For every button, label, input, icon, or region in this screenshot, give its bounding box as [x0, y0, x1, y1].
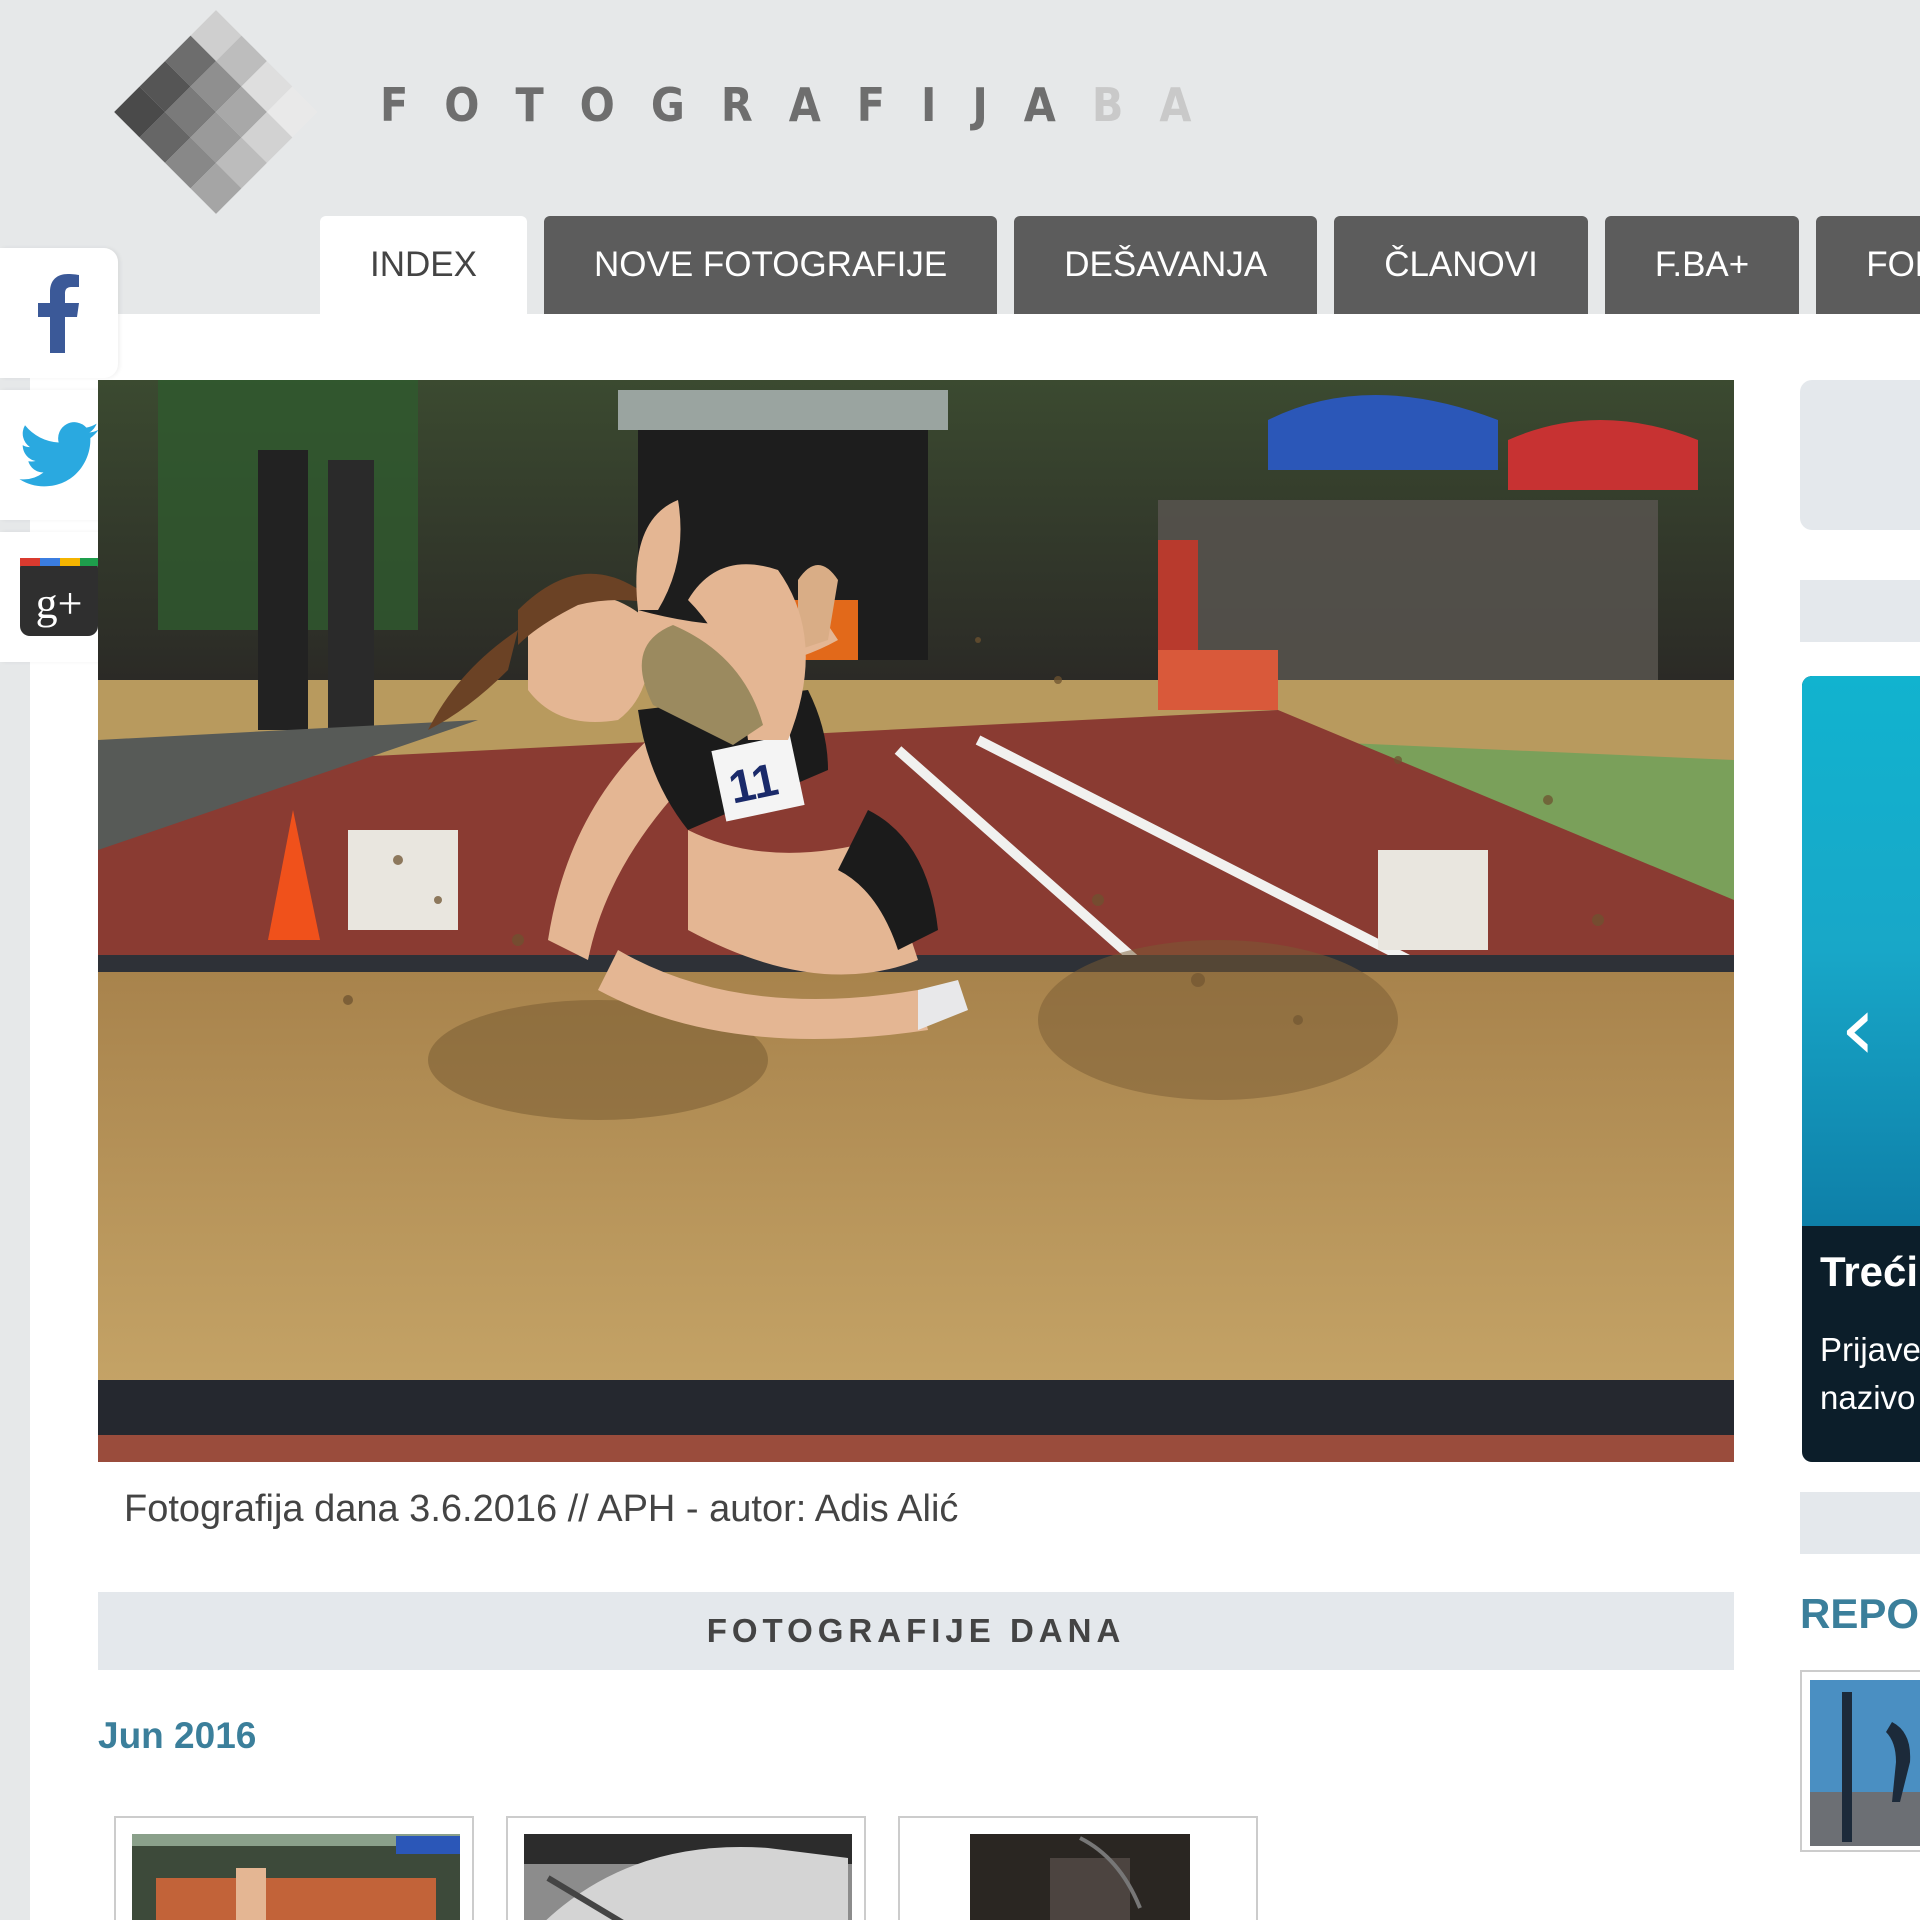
report-thumbnail[interactable] — [1800, 1670, 1920, 1852]
google-plus-icon: g+ — [20, 558, 98, 636]
facebook-icon — [38, 274, 79, 353]
slider-text-line: Prijave — [1820, 1331, 1920, 1368]
sidebar-box — [1800, 580, 1920, 642]
sidebar-box — [1800, 380, 1920, 530]
month-heading[interactable]: Jun 2016 — [98, 1715, 256, 1757]
tab-forum[interactable]: FORU — [1816, 216, 1920, 314]
slider-image — [1802, 676, 1920, 1226]
tab-index[interactable]: INDEX — [320, 216, 527, 314]
tab-nove-fotografije[interactable]: NOVE FOTOGRAFIJE — [543, 216, 998, 314]
slider-prev-icon[interactable]: ‹ — [1840, 976, 1876, 1081]
section-title: FOTOGRAFIJE DANA — [706, 1612, 1126, 1649]
photo-thumbnail[interactable] — [898, 1816, 1258, 1920]
slider-text: Prijave nazivo — [1820, 1326, 1920, 1422]
site-name-main: FOTOGRAFIJA — [380, 78, 1092, 132]
photo-caption: Fotografija dana 3.6.2016 // APH - autor… — [124, 1488, 959, 1530]
twitter-icon — [19, 422, 99, 487]
tab-desavanja[interactable]: DEŠAVANJA — [1014, 216, 1318, 314]
section-title-bar: FOTOGRAFIJE DANA — [98, 1592, 1734, 1670]
main-navigation: INDEX NOVE FOTOGRAFIJE DEŠAVANJA ČLANOVI… — [320, 216, 1920, 314]
thumbnail-image — [132, 1834, 460, 1920]
sidebar-box — [1800, 1492, 1920, 1554]
tab-fba-plus[interactable]: F.BA+ — [1604, 216, 1800, 314]
tab-clanovi[interactable]: ČLANOVI — [1334, 216, 1588, 314]
photo-of-the-day[interactable]: 11 — [98, 380, 1734, 1462]
site-name[interactable]: FOTOGRAFIJABA — [380, 78, 1227, 132]
slider-text-line: nazivo — [1820, 1379, 1916, 1416]
slider-title[interactable]: Treći — [1820, 1248, 1918, 1296]
hero-photo-illustration: 11 — [98, 380, 1734, 1462]
site-name-tld: BA — [1091, 78, 1228, 132]
thumbnail-image — [970, 1834, 1190, 1920]
thumbnail-image — [524, 1834, 852, 1920]
photo-thumbnail[interactable] — [114, 1816, 474, 1920]
report-heading[interactable]: REPO — [1800, 1590, 1919, 1638]
site-logo[interactable] — [96, 0, 336, 225]
report-thumbnail-image — [1810, 1680, 1920, 1846]
svg-text:g+: g+ — [36, 579, 83, 628]
photo-thumbnail[interactable] — [506, 1816, 866, 1920]
facebook-share-button[interactable] — [0, 248, 118, 378]
